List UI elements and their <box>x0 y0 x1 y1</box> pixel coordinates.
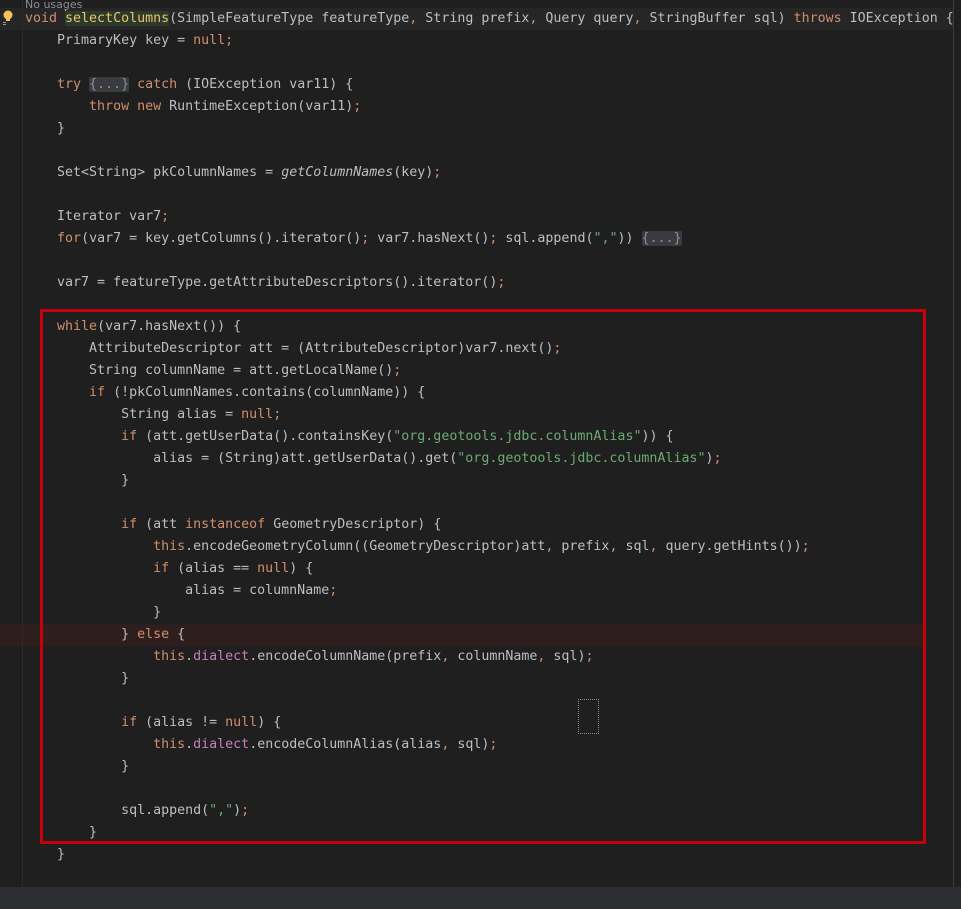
code-token: selectColumns <box>65 11 170 26</box>
code-line[interactable] <box>25 140 954 162</box>
lightbulb-icon[interactable] <box>3 10 13 26</box>
code-token: StringBuffer sql) <box>641 11 794 26</box>
code-token: ; <box>225 33 234 48</box>
code-line[interactable] <box>25 250 954 272</box>
code-line[interactable]: Set<String> pkColumnNames = getColumnNam… <box>25 162 954 184</box>
code-token: var7 = featureType.getAttributeDescripto… <box>25 275 498 290</box>
code-line[interactable]: void selectColumns(SimpleFeatureType fea… <box>25 8 954 30</box>
code-token: (key) <box>393 165 434 180</box>
code-token: } <box>25 847 66 862</box>
code-token: ; <box>161 209 170 224</box>
code-token: } <box>25 121 66 136</box>
status-bar <box>0 887 961 909</box>
code-token: new <box>137 99 162 114</box>
dotted-selection-marker <box>578 699 599 734</box>
code-line[interactable]: throw new RuntimeException(var11); <box>25 96 954 118</box>
code-token: Iterator var7 <box>25 209 162 224</box>
code-line[interactable]: PrimaryKey key = null; <box>25 30 954 52</box>
code-token: ; <box>353 99 362 114</box>
code-token: IOException { <box>841 11 954 26</box>
code-line[interactable]: Iterator var7; <box>25 206 954 228</box>
code-token: sql.append( <box>497 231 594 246</box>
code-token: RuntimeException(var11) <box>161 99 354 114</box>
code-line[interactable] <box>25 184 954 206</box>
code-token: )) <box>617 231 634 246</box>
folded-code-block[interactable]: {...} <box>641 231 682 246</box>
code-token: catch <box>137 77 178 92</box>
code-token: Query query <box>537 11 634 26</box>
code-token: var7.hasNext() <box>369 231 490 246</box>
code-line[interactable]: } <box>25 118 954 140</box>
code-token: (IOException var11) { <box>177 77 354 92</box>
code-line[interactable] <box>25 52 954 74</box>
code-token: PrimaryKey key = <box>25 33 194 48</box>
code-token: null <box>193 33 226 48</box>
code-token: (var7 = key.getColumns().iterator() <box>81 231 362 246</box>
usages-inlay-hint[interactable]: No usages <box>25 0 82 10</box>
code-token: try <box>57 77 82 92</box>
code-token: throw <box>89 99 130 114</box>
code-token: throws <box>793 11 842 26</box>
code-line[interactable]: for(var7 = key.getColumns().iterator(); … <box>25 228 954 250</box>
code-token: ; <box>433 165 442 180</box>
code-token: for <box>57 231 82 246</box>
code-line[interactable]: try {...} catch (IOException var11) { <box>25 74 954 96</box>
code-token: "," <box>593 231 618 246</box>
code-token: Set<String> pkColumnNames = <box>25 165 282 180</box>
highlight-box <box>40 309 926 844</box>
code-token: (SimpleFeatureType featureType <box>169 11 410 26</box>
code-token: getColumnNames <box>281 165 394 180</box>
code-token: String prefix <box>417 11 530 26</box>
folded-code-block[interactable]: {...} <box>89 77 130 92</box>
code-token: void <box>25 11 66 26</box>
gutter-divider <box>22 0 23 887</box>
code-line[interactable]: var7 = featureType.getAttributeDescripto… <box>25 272 954 294</box>
code-line[interactable]: } <box>25 844 954 866</box>
code-token: ; <box>497 275 506 290</box>
